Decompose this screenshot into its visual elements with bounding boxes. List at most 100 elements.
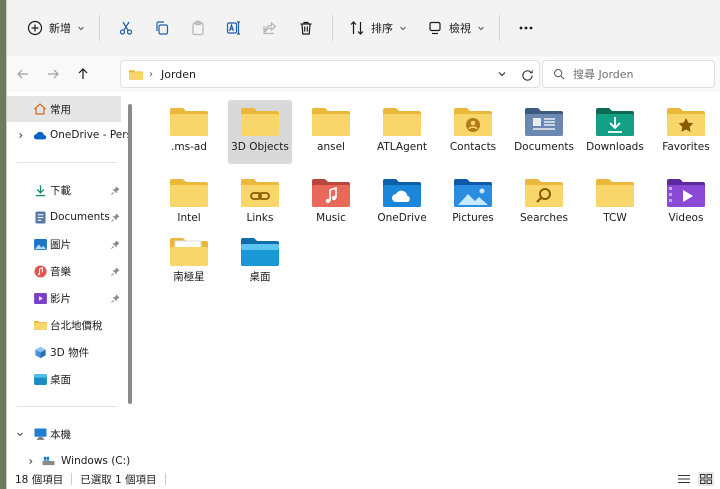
cut-button[interactable] — [108, 12, 144, 44]
file-item-label: Documents — [514, 141, 574, 153]
sidebar-item-label: 影片 — [50, 292, 71, 305]
expand-chevron-icon[interactable] — [25, 456, 35, 466]
sidebar-item-onedrive[interactable]: OneDrive - Pers — [7, 122, 132, 148]
more-dots-icon — [516, 18, 536, 38]
view-switcher — [676, 472, 714, 486]
breadcrumb-chevron-icon: › — [149, 68, 153, 80]
sidebar-item-videos[interactable]: 影片 — [7, 285, 121, 311]
copy-button[interactable] — [144, 12, 180, 44]
view-button[interactable]: 檢視 — [419, 12, 491, 44]
collapse-chevron-icon[interactable] — [15, 429, 25, 439]
sidebar-item-this-pc[interactable]: 本機 — [7, 421, 121, 447]
sidebar-item-label: 本機 — [50, 428, 71, 441]
folder-icon — [169, 177, 209, 209]
folder-icon — [129, 69, 143, 80]
file-item-label: Music — [316, 212, 346, 224]
file-item-label: Intel — [177, 212, 201, 224]
address-history-dropdown[interactable] — [495, 67, 509, 81]
arrow-left-icon — [17, 69, 28, 79]
arrow-right-icon — [48, 69, 59, 79]
file-item[interactable]: Favorites — [654, 100, 718, 164]
file-item-label: 3D Objects — [231, 141, 289, 153]
file-item-label: 南極星 — [173, 271, 205, 283]
file-item[interactable]: .ms-ad — [157, 100, 221, 164]
sidebar-item-label: 台北地價稅 — [50, 319, 103, 332]
sidebar-item-home[interactable]: 常用 — [7, 96, 121, 122]
grid-icon — [700, 474, 712, 484]
sidebar-item-label: 3D 物件 — [50, 346, 90, 359]
file-item[interactable]: Contacts — [441, 100, 505, 164]
documents-folder-icon — [524, 106, 564, 138]
copy-icon — [152, 18, 172, 38]
sort-button[interactable]: 排序 — [341, 12, 413, 44]
sidebar-item-pictures[interactable]: 圖片 — [7, 231, 121, 257]
breadcrumb-current[interactable]: Jorden — [161, 68, 196, 81]
new-button[interactable]: 新增 — [19, 12, 91, 44]
file-item[interactable]: 南極星 — [157, 230, 221, 294]
share-button[interactable] — [252, 12, 288, 44]
pin-icon[interactable] — [111, 239, 120, 249]
more-options-button[interactable] — [508, 12, 544, 44]
file-item[interactable]: Music — [299, 171, 363, 235]
details-view-button[interactable] — [676, 472, 692, 486]
view-button-label: 檢視 — [449, 22, 471, 35]
file-item[interactable]: Searches — [512, 171, 576, 235]
file-item[interactable]: TCW — [583, 171, 647, 235]
pin-icon[interactable] — [111, 212, 120, 222]
file-item-label: .ms-ad — [171, 141, 207, 153]
sidebar-scrollbar[interactable] — [128, 104, 132, 404]
folder-with-files-icon — [169, 236, 209, 268]
delete-button[interactable] — [288, 12, 324, 44]
search-input[interactable] — [573, 67, 703, 81]
sidebar-item-music[interactable]: 音樂 — [7, 258, 121, 284]
file-item[interactable]: Links — [228, 171, 292, 235]
downloads-folder-icon — [595, 106, 635, 138]
expand-chevron-icon[interactable] — [15, 130, 25, 140]
back-button[interactable] — [9, 60, 37, 88]
sidebar-item-3d-objects[interactable]: 3D 物件 — [7, 339, 121, 365]
file-item-label: Searches — [519, 212, 568, 224]
sidebar-item-label: 音樂 — [50, 265, 71, 278]
tiles-view-button[interactable] — [698, 472, 714, 486]
sidebar-item-label: Windows (C:) — [61, 455, 131, 467]
up-button[interactable] — [69, 60, 97, 88]
pin-icon[interactable] — [111, 293, 120, 303]
rename-icon — [224, 18, 244, 38]
paste-button[interactable] — [180, 12, 216, 44]
sidebar-item-taipei-tax[interactable]: 台北地價稅 — [7, 312, 121, 338]
sidebar-item-desktop[interactable]: 桌面 — [7, 366, 121, 392]
file-item[interactable]: Intel — [157, 171, 221, 235]
file-item[interactable]: OneDrive — [370, 171, 434, 235]
file-item[interactable]: ansel — [299, 100, 363, 164]
file-item-label: Favorites — [662, 141, 710, 153]
file-item[interactable]: Videos — [654, 171, 718, 235]
pin-icon[interactable] — [111, 266, 120, 276]
search-box[interactable] — [542, 60, 715, 88]
file-item[interactable]: Downloads — [583, 100, 647, 164]
videos-folder-icon — [666, 177, 706, 209]
rename-button[interactable] — [216, 12, 252, 44]
contacts-folder-icon — [453, 106, 493, 138]
file-item[interactable]: 桌面 — [228, 230, 292, 294]
favorites-folder-icon — [666, 106, 706, 138]
forward-button[interactable] — [39, 60, 67, 88]
desktop-icon — [33, 372, 47, 386]
sidebar-item-label: 桌面 — [50, 373, 71, 386]
file-item[interactable]: Pictures — [441, 171, 505, 235]
sidebar-item-windows-c[interactable]: Windows (C:) — [7, 448, 135, 469]
sidebar-item-downloads[interactable]: 下載 — [7, 177, 121, 203]
file-item-label: ATLAgent — [377, 141, 427, 153]
file-item[interactable]: Documents — [512, 100, 576, 164]
sidebar-item-label: OneDrive - Pers — [50, 129, 133, 141]
file-item[interactable]: ATLAgent — [370, 100, 434, 164]
pin-icon[interactable] — [111, 185, 120, 195]
address-bar[interactable]: › Jorden — [120, 60, 540, 88]
toolbar-divider — [332, 15, 333, 41]
refresh-button[interactable] — [519, 67, 535, 83]
chevron-down-icon — [477, 24, 485, 32]
trash-icon — [296, 18, 316, 38]
pictures-folder-icon — [453, 177, 493, 209]
sidebar-item-documents[interactable]: Documents — [7, 204, 121, 230]
file-item[interactable]: 3D Objects — [228, 100, 292, 164]
video-icon — [33, 291, 47, 305]
